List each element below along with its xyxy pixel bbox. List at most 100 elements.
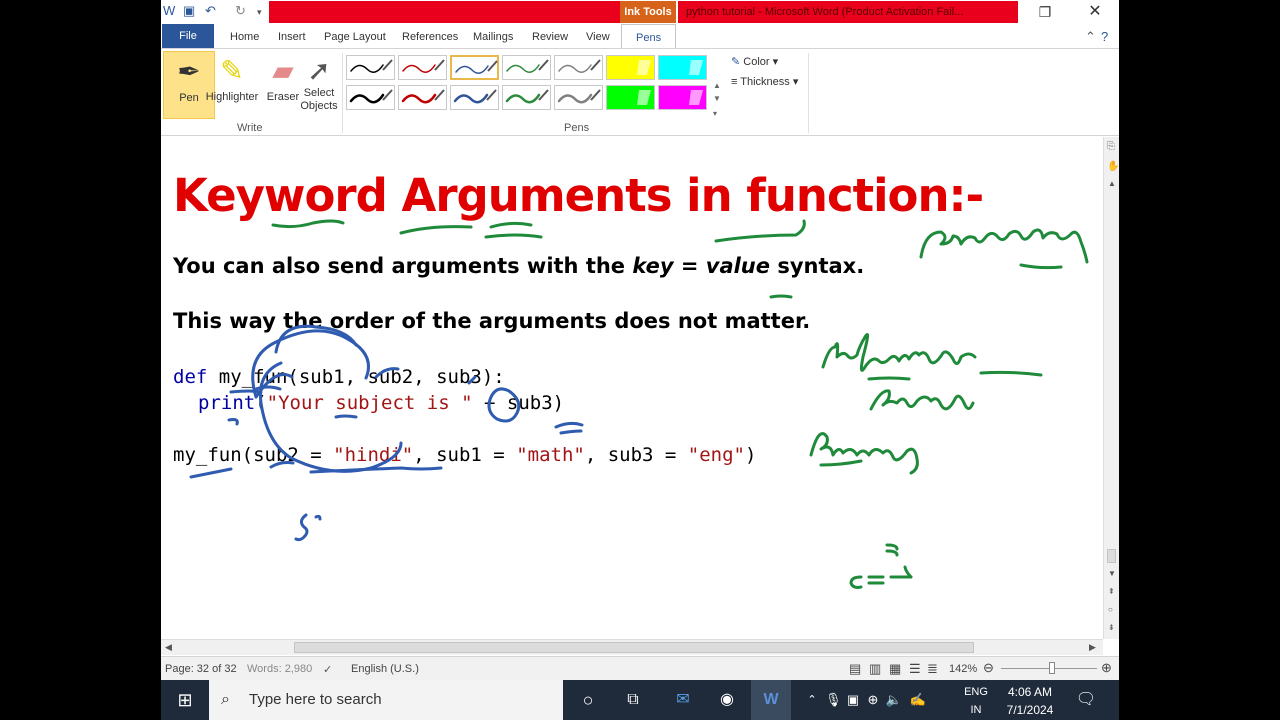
tab-references[interactable]: References xyxy=(402,24,458,49)
pen-stroke-icon xyxy=(455,60,498,74)
print-layout-icon[interactable]: ▤ xyxy=(849,661,861,677)
zoom-slider-handle[interactable] xyxy=(1049,662,1055,674)
gallery-more-icon[interactable]: ▾ xyxy=(713,109,717,118)
vertical-scrollbar[interactable]: ⎘ ✋ ▲ ▼ ⇞ ○ ⇟ xyxy=(1103,137,1119,639)
task-view-icon[interactable]: ⧉ xyxy=(613,680,653,720)
word-window: W ▣ ↶ ↻ ▾ Ink Tools python tutorial - Mi… xyxy=(161,0,1119,680)
pens-group-label: Pens xyxy=(564,122,590,134)
windows-start-icon[interactable]: ⊞ xyxy=(161,680,209,720)
tab-review[interactable]: Review xyxy=(532,24,568,49)
horizontal-scroll-thumb[interactable] xyxy=(294,642,974,653)
browse-object-icon[interactable]: ○ xyxy=(1108,605,1113,614)
highlighter-tool-label: Highlighter xyxy=(205,91,259,103)
blue-ink xyxy=(189,324,584,542)
tab-pens[interactable]: Pens xyxy=(621,24,677,50)
thickness-label: Thickness xyxy=(740,76,790,88)
clock[interactable]: 4:06 AM 7/1/2024 xyxy=(999,680,1061,720)
pen-ink-icon[interactable]: ✍ xyxy=(909,680,927,720)
color-button[interactable]: ✎ Color ▾ xyxy=(731,55,778,68)
pen-swatch[interactable] xyxy=(606,55,655,80)
pen-swatch[interactable] xyxy=(450,55,499,80)
restore-button[interactable]: ❐ xyxy=(1025,2,1065,22)
save-icon[interactable]: ▣ xyxy=(183,3,195,19)
obs-icon[interactable]: ◉ xyxy=(707,680,747,720)
thickness-button[interactable]: ≡ Thickness ▾ xyxy=(731,75,798,88)
horizontal-scrollbar[interactable]: ◀ ▶ xyxy=(161,639,1103,655)
pen-swatch[interactable] xyxy=(502,55,551,80)
word-count[interactable]: Words: 2,980 xyxy=(247,663,312,675)
pen-swatch[interactable] xyxy=(554,55,603,80)
language-switch[interactable]: ENG IN xyxy=(956,680,996,720)
tab-insert[interactable]: Insert xyxy=(278,24,306,49)
pen-swatch[interactable] xyxy=(658,55,707,80)
code-call-a: my_fun(sub2 = xyxy=(173,444,334,466)
screen: W ▣ ↶ ↻ ▾ Ink Tools python tutorial - Mi… xyxy=(0,0,1280,720)
group-separator xyxy=(342,53,343,133)
pen-swatch[interactable] xyxy=(398,85,447,110)
language-indicator[interactable]: English (U.S.) xyxy=(351,663,419,675)
document-page[interactable]: Keyword Arguments in function:- You can … xyxy=(161,137,1103,639)
select-objects-button[interactable]: ➚ Select Objects xyxy=(293,51,345,119)
outline-icon[interactable]: ☰ xyxy=(909,661,921,677)
scroll-left-icon[interactable]: ◀ xyxy=(165,642,172,653)
tab-mailings[interactable]: Mailings xyxy=(473,24,513,49)
draft-icon[interactable]: ≣ xyxy=(927,661,938,677)
zoom-level[interactable]: 142% xyxy=(949,663,977,675)
pen-swatch[interactable] xyxy=(450,85,499,110)
network-icon[interactable]: ⊕ xyxy=(865,680,881,720)
web-layout-icon[interactable]: ▦ xyxy=(889,661,901,677)
pen-stroke-icon xyxy=(558,59,601,73)
next-page-icon[interactable]: ⇟ xyxy=(1108,623,1115,632)
prev-page-icon[interactable]: ⇞ xyxy=(1108,587,1115,596)
highlighter-tool-button[interactable]: ✎ Highlighter xyxy=(203,51,261,119)
pen-swatch[interactable] xyxy=(346,55,395,80)
cortana-icon[interactable]: ○ xyxy=(568,680,608,720)
vertical-scroll-thumb[interactable] xyxy=(1107,549,1116,563)
taskbar: ⊞ ⌕ Type here to search ○ ⧉ ✉ ◉ W ⌃ 🎙 ▣ … xyxy=(161,680,1119,720)
pen-swatch[interactable] xyxy=(502,85,551,110)
help-icon[interactable]: ? xyxy=(1101,29,1108,44)
code-line-def: def my_fun(sub1, sub2, sub3): xyxy=(173,366,505,388)
color-label: Color xyxy=(743,56,770,68)
tab-file[interactable]: File xyxy=(162,24,214,49)
notifications-icon[interactable]: 🗨 xyxy=(1071,680,1101,720)
close-button[interactable]: ✕ xyxy=(1075,2,1115,22)
word-taskbar-icon[interactable]: W xyxy=(751,680,791,720)
redo-icon[interactable]: ↻ xyxy=(235,3,246,19)
code-call-b: , sub1 = xyxy=(413,444,517,466)
taskbar-search[interactable]: ⌕ Type here to search xyxy=(209,680,563,720)
zoom-in-icon[interactable]: ⊕ xyxy=(1101,660,1112,676)
gallery-down-icon[interactable]: ▼ xyxy=(713,94,721,103)
pan-icon[interactable]: ✋ xyxy=(1107,161,1119,172)
display-icon[interactable]: ▣ xyxy=(845,680,861,720)
microphone-icon[interactable]: 🎙 xyxy=(825,680,842,720)
pen-stroke-icon xyxy=(557,89,601,104)
code-call-hindi: "hindi" xyxy=(333,444,414,466)
page-count[interactable]: Page: 32 of 32 xyxy=(165,663,237,675)
full-screen-reading-icon[interactable]: ▥ xyxy=(869,661,881,677)
scroll-right-icon[interactable]: ▶ xyxy=(1089,642,1096,653)
pen-swatch[interactable] xyxy=(606,85,655,110)
gallery-up-icon[interactable]: ▲ xyxy=(713,81,721,90)
mail-icon[interactable]: ✉ xyxy=(663,680,703,720)
word-logo-icon: W xyxy=(163,3,176,18)
tab-page-layout[interactable]: Page Layout xyxy=(324,24,386,49)
pen-swatch[interactable] xyxy=(554,85,603,110)
pen-swatch[interactable] xyxy=(398,55,447,80)
scroll-down-icon[interactable]: ▼ xyxy=(1108,569,1116,578)
collapse-ribbon-icon[interactable]: ⌃ xyxy=(1085,29,1096,45)
volume-icon[interactable]: 🔈 xyxy=(885,680,903,720)
tray-expand-icon[interactable]: ⌃ xyxy=(804,680,820,720)
scroll-up-icon[interactable]: ▲ xyxy=(1108,179,1116,188)
proofing-icon[interactable]: ✓ xyxy=(323,663,332,676)
customize-qat-icon[interactable]: ▾ xyxy=(257,7,262,18)
page-icon[interactable]: ⎘ xyxy=(1107,141,1115,152)
tab-home[interactable]: Home xyxy=(230,24,259,49)
para1-value: value xyxy=(705,254,771,278)
pen-swatch[interactable] xyxy=(658,85,707,110)
pen-swatch[interactable] xyxy=(346,85,395,110)
zoom-out-icon[interactable]: ⊖ xyxy=(983,660,994,676)
undo-icon[interactable]: ↶ xyxy=(205,3,216,19)
tab-view[interactable]: View xyxy=(586,24,610,49)
highlighter-icon: ✎ xyxy=(220,55,244,86)
